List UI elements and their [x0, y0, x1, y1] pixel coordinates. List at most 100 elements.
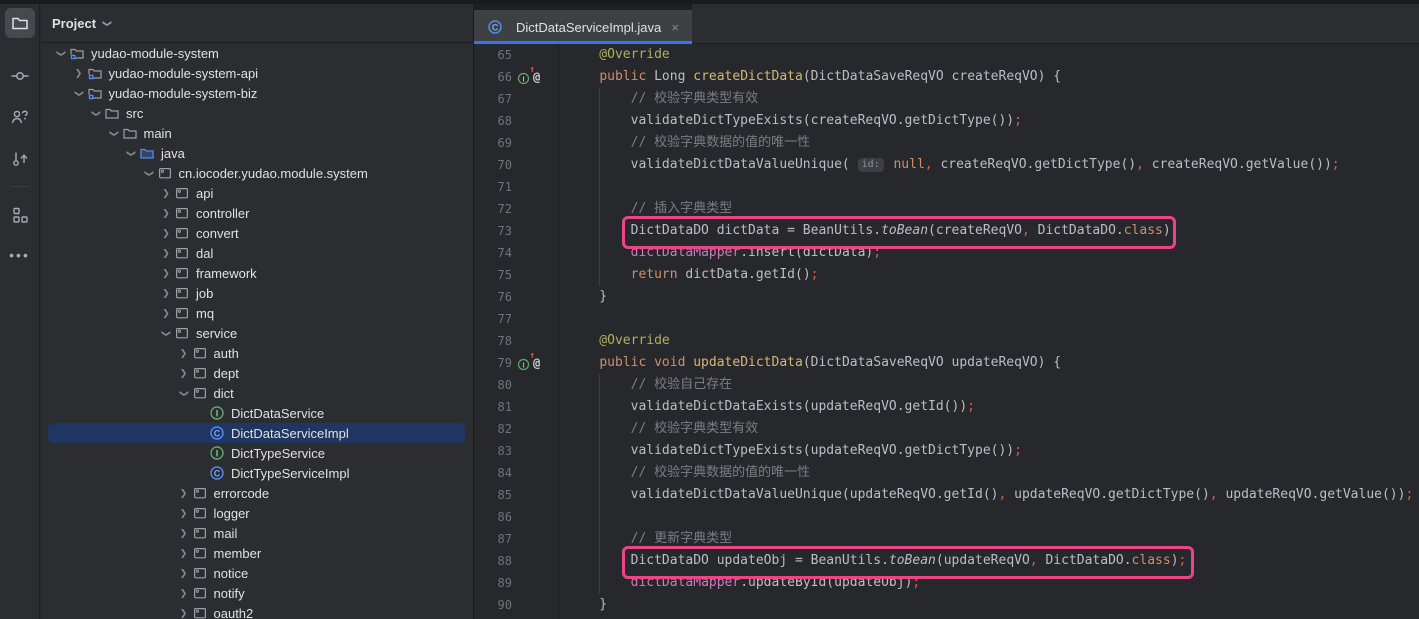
tree-collapse-chevron-icon[interactable]: ❯: [56, 45, 67, 61]
editor-gutter[interactable]: 77: [474, 308, 558, 330]
tree-item-yudao-module-system-biz[interactable]: ❯ yudao-module-system-biz: [41, 83, 473, 103]
editor-gutter[interactable]: 86: [474, 506, 558, 528]
code-text[interactable]: public void updateDictData(DictDataSaveR…: [558, 352, 1061, 374]
tree-expand-chevron-icon[interactable]: ❯: [158, 268, 174, 279]
tree-item-api[interactable]: ❯ api: [41, 183, 473, 203]
editor-gutter[interactable]: 88: [474, 550, 558, 572]
code-text[interactable]: validateDictDataExists(updateReqVO.getId…: [558, 396, 975, 418]
code-text[interactable]: validateDictDataValueUnique(updateReqVO.…: [558, 484, 1413, 506]
tree-item-src[interactable]: ❯ src: [41, 103, 473, 123]
editor-gutter[interactable]: 75: [474, 264, 558, 286]
tree-collapse-chevron-icon[interactable]: ❯: [161, 325, 172, 341]
code-text[interactable]: dictDataMapper.insert(dictData);: [558, 242, 881, 264]
tree-item-dictdataserviceimpl[interactable]: ❯ CDictDataServiceImpl: [41, 423, 473, 443]
tool-button-pull-requests[interactable]: [5, 102, 35, 132]
editor-gutter[interactable]: 80: [474, 374, 558, 396]
tree-item-oauth2[interactable]: ❯ oauth2: [41, 603, 473, 619]
tree-expand-chevron-icon[interactable]: ❯: [158, 228, 174, 239]
editor-gutter[interactable]: 76: [474, 286, 558, 308]
tool-button-more[interactable]: •••: [5, 241, 35, 271]
code-text[interactable]: @Override: [558, 44, 670, 66]
implements-method-gutter-icon[interactable]: I↑: [517, 70, 531, 84]
editor-gutter[interactable]: 73: [474, 220, 558, 242]
tree-item-dicttypeservice[interactable]: ❯ IDictTypeService: [41, 443, 473, 463]
tree-expand-chevron-icon[interactable]: ❯: [158, 208, 174, 219]
code-text[interactable]: // 插入字典类型: [558, 198, 732, 220]
code-text[interactable]: }: [558, 286, 607, 308]
code-text[interactable]: // 校验自己存在: [558, 374, 732, 396]
tree-expand-chevron-icon[interactable]: ❯: [176, 608, 192, 619]
tree-expand-chevron-icon[interactable]: ❯: [176, 348, 192, 359]
editor-gutter[interactable]: 78: [474, 330, 558, 352]
editor-gutter[interactable]: 87: [474, 528, 558, 550]
code-text[interactable]: [558, 176, 568, 198]
editor-gutter[interactable]: 81: [474, 396, 558, 418]
tree-expand-chevron-icon[interactable]: ❯: [176, 368, 192, 379]
tree-collapse-chevron-icon[interactable]: ❯: [143, 165, 154, 181]
code-text[interactable]: validateDictTypeExists(createReqVO.getDi…: [558, 110, 1022, 132]
tree-expand-chevron-icon[interactable]: ❯: [176, 508, 192, 519]
tree-collapse-chevron-icon[interactable]: ❯: [108, 125, 119, 141]
tree-item-mail[interactable]: ❯ mail: [41, 523, 473, 543]
editor-gutter[interactable]: 65: [474, 44, 558, 66]
editor-gutter[interactable]: 90: [474, 594, 558, 616]
code-area[interactable]: 65 @Override66I↑@ public Long createDict…: [474, 44, 1419, 619]
editor-gutter[interactable]: 69: [474, 132, 558, 154]
tree-expand-chevron-icon[interactable]: ❯: [176, 588, 192, 599]
code-text[interactable]: @Override: [558, 330, 670, 352]
code-text[interactable]: public Long createDictData(DictDataSaveR…: [558, 66, 1061, 88]
code-text[interactable]: DictDataDO dictData = BeanUtils.toBean(c…: [558, 220, 1179, 242]
tool-button-project[interactable]: [5, 8, 35, 38]
tree-collapse-chevron-icon[interactable]: ❯: [178, 385, 189, 401]
code-text[interactable]: // 校验字典数据的值的唯一性: [558, 132, 810, 154]
code-text[interactable]: [558, 506, 568, 528]
tree-item-dict[interactable]: ❯ dict: [41, 383, 473, 403]
panel-splitter[interactable]: [473, 0, 474, 619]
tree-item-notify[interactable]: ❯ notify: [41, 583, 473, 603]
tree-expand-chevron-icon[interactable]: ❯: [176, 548, 192, 559]
tree-item-convert[interactable]: ❯ convert: [41, 223, 473, 243]
tree-expand-chevron-icon[interactable]: ❯: [158, 248, 174, 259]
tree-item-dal[interactable]: ❯ dal: [41, 243, 473, 263]
code-text[interactable]: DictDataDO updateObj = BeanUtils.toBean(…: [558, 550, 1186, 572]
code-text[interactable]: }: [558, 594, 607, 616]
editor-gutter[interactable]: 66I↑@: [474, 66, 558, 88]
editor-gutter[interactable]: 83: [474, 440, 558, 462]
editor-gutter[interactable]: 68: [474, 110, 558, 132]
tree-expand-chevron-icon[interactable]: ❯: [176, 568, 192, 579]
code-text[interactable]: validateDictTypeExists(updateReqVO.getDi…: [558, 440, 1022, 462]
editor-gutter[interactable]: 71: [474, 176, 558, 198]
editor-gutter[interactable]: 84: [474, 462, 558, 484]
project-panel-header[interactable]: Project ❯: [41, 4, 473, 43]
code-text[interactable]: // 校验字典类型有效: [558, 88, 758, 110]
tree-collapse-chevron-icon[interactable]: ❯: [126, 145, 137, 161]
tree-expand-chevron-icon[interactable]: ❯: [176, 528, 192, 539]
code-text[interactable]: return dictData.getId();: [558, 264, 818, 286]
tree-item-mq[interactable]: ❯ mq: [41, 303, 473, 323]
tree-collapse-chevron-icon[interactable]: ❯: [73, 85, 84, 101]
code-text[interactable]: validateDictDataValueUnique( id: null, c…: [558, 154, 1340, 176]
tree-item-controller[interactable]: ❯ controller: [41, 203, 473, 223]
tree-item-yudao-module-system-api[interactable]: ❯ yudao-module-system-api: [41, 63, 473, 83]
tool-button-commit[interactable]: [5, 61, 35, 91]
tree-expand-chevron-icon[interactable]: ❯: [158, 188, 174, 199]
tree-item-java[interactable]: ❯ java: [41, 143, 473, 163]
code-text[interactable]: // 校验字典数据的值的唯一性: [558, 462, 810, 484]
editor-tab-dictdataserviceimpl[interactable]: C DictDataServiceImpl.java ×: [474, 10, 692, 44]
tree-item-main[interactable]: ❯ main: [41, 123, 473, 143]
tree-item-logger[interactable]: ❯ logger: [41, 503, 473, 523]
tree-expand-chevron-icon[interactable]: ❯: [176, 488, 192, 499]
tab-close-icon[interactable]: ×: [668, 20, 682, 35]
implements-method-gutter-icon[interactable]: I↑: [517, 356, 531, 370]
tree-expand-chevron-icon[interactable]: ❯: [158, 308, 174, 319]
editor-gutter[interactable]: 67: [474, 88, 558, 110]
editor-gutter[interactable]: 82: [474, 418, 558, 440]
tree-expand-chevron-icon[interactable]: ❯: [158, 288, 174, 299]
tree-collapse-chevron-icon[interactable]: ❯: [91, 105, 102, 121]
tool-button-vcs[interactable]: [5, 143, 35, 173]
code-text[interactable]: // 更新字典类型: [558, 528, 732, 550]
tree-item-yudao-module-system[interactable]: ❯ yudao-module-system: [41, 43, 473, 63]
tree-item-auth[interactable]: ❯ auth: [41, 343, 473, 363]
tree-item-service[interactable]: ❯ service: [41, 323, 473, 343]
tree-item-member[interactable]: ❯ member: [41, 543, 473, 563]
